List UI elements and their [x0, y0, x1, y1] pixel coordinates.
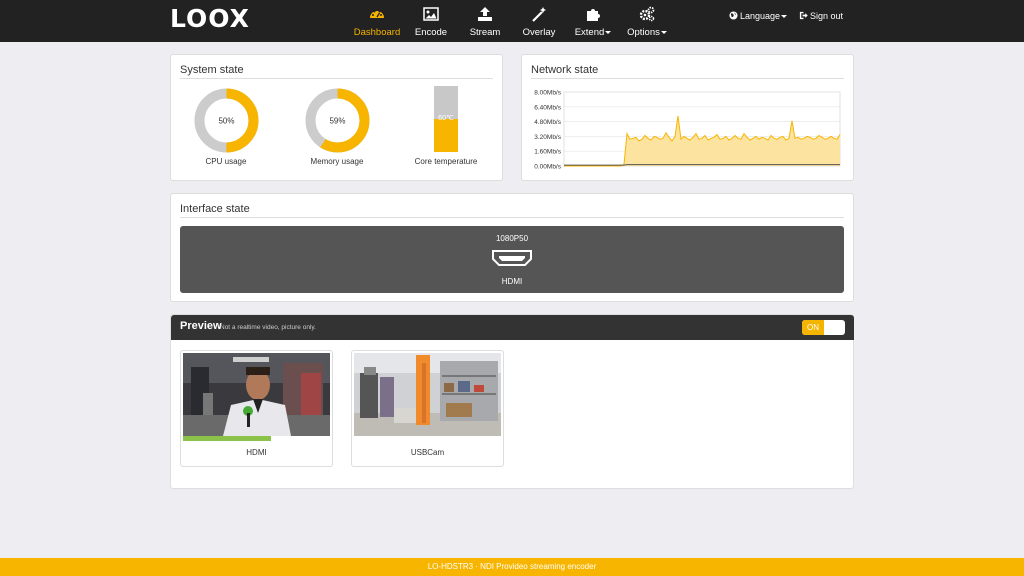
panel-title: System state — [180, 64, 244, 76]
puzzle-icon — [587, 9, 600, 21]
y-tick-label: 8.00Mb/s — [534, 90, 561, 97]
hdmi-preview-image — [183, 353, 330, 436]
hdmi-port-icon — [492, 250, 532, 266]
network-chart: 8.00Mb/s 6.40Mb/s 4.80Mb/s 3.20Mb/s 1.60Mb/s… — [534, 90, 841, 171]
memory-usage-label: Memory usage — [310, 157, 364, 166]
nav-stream[interactable]: Stream — [455, 0, 515, 42]
interface-state-panel: Interface state 1080P50 HDMI — [170, 193, 854, 302]
nav-extend[interactable]: Extend — [563, 0, 623, 42]
signout-link[interactable]: Sign out — [799, 10, 843, 22]
preview-header: Preview Not a realtime video, picture on… — [171, 315, 854, 340]
temperature-fill — [434, 119, 458, 152]
panel-title: Interface state — [180, 203, 250, 215]
y-tick-label: 4.80Mb/s — [534, 119, 561, 126]
cpu-usage-donut: 50% — [194, 88, 259, 153]
core-temperature-label: Core temperature — [414, 157, 478, 166]
series-area — [564, 116, 840, 166]
y-tick-label: 6.40Mb/s — [534, 104, 561, 111]
preview-thumbnail-usbcam[interactable]: USBCam — [351, 350, 504, 467]
nav-label: Overlay — [522, 27, 556, 38]
top-navbar: LOOX Dashboard Encode Stream Overlay Ext… — [0, 0, 1024, 42]
panel-title: Network state — [531, 64, 599, 76]
footer-bar: LO-HDSTR3 · NDI Provideo streaming encod… — [0, 558, 1024, 576]
cpu-usage-value: 50% — [218, 117, 234, 126]
temperature-value: 60℃ — [438, 115, 454, 122]
language-dropdown[interactable]: Language — [729, 10, 788, 22]
toggle-on-label: ON — [802, 320, 824, 335]
series-line — [564, 164, 840, 166]
thumbnail-label: HDMI — [246, 448, 267, 457]
divider — [531, 78, 844, 79]
upload-icon — [478, 7, 492, 21]
brand-logo[interactable]: LOOX — [170, 4, 250, 34]
signout-icon — [799, 11, 808, 20]
nav-overlay[interactable]: Overlay — [509, 0, 569, 42]
nav-label: Options — [617, 27, 677, 38]
y-tick-label: 3.20Mb/s — [534, 134, 561, 141]
nav-label: Extend — [563, 27, 623, 38]
preview-toggle[interactable]: ON — [802, 320, 845, 335]
preview-thumbnail-hdmi[interactable]: HDMI — [180, 350, 333, 467]
preview-progress-bar — [183, 436, 272, 441]
nav-label: Dashboard — [353, 27, 401, 38]
globe-icon — [729, 11, 738, 20]
nav-dashboard[interactable]: Dashboard — [347, 0, 407, 42]
y-tick-label: 0.00Mb/s — [534, 164, 561, 171]
preview-panel: Preview Not a realtime video, picture on… — [170, 314, 854, 489]
memory-usage-value: 59% — [329, 117, 345, 126]
interface-card-hdmi[interactable]: 1080P50 HDMI — [180, 226, 844, 293]
nav-label: Encode — [414, 27, 448, 38]
nav-encode[interactable]: Encode — [401, 0, 461, 42]
image-icon — [423, 7, 439, 21]
cpu-usage-label: CPU usage — [205, 157, 247, 166]
memory-usage-donut: 59% — [305, 88, 370, 153]
nav-label: Stream — [469, 27, 501, 38]
interface-resolution: 1080P50 — [495, 234, 529, 243]
divider — [180, 78, 493, 79]
core-temperature-bar: 60℃ — [434, 86, 458, 152]
nav-options[interactable]: Options — [617, 0, 677, 42]
y-tick-label: 1.60Mb/s — [534, 149, 561, 156]
gears-icon — [639, 6, 655, 22]
divider — [180, 217, 844, 218]
usbcam-preview-image — [354, 353, 501, 436]
speedometer-icon — [370, 9, 384, 18]
preview-subtitle: Not a realtime video, picture only. — [220, 324, 316, 331]
magic-wand-icon — [532, 7, 546, 22]
interface-name: HDMI — [501, 277, 523, 286]
thumbnail-label: USBCam — [410, 448, 445, 457]
preview-title: Preview — [180, 320, 222, 332]
